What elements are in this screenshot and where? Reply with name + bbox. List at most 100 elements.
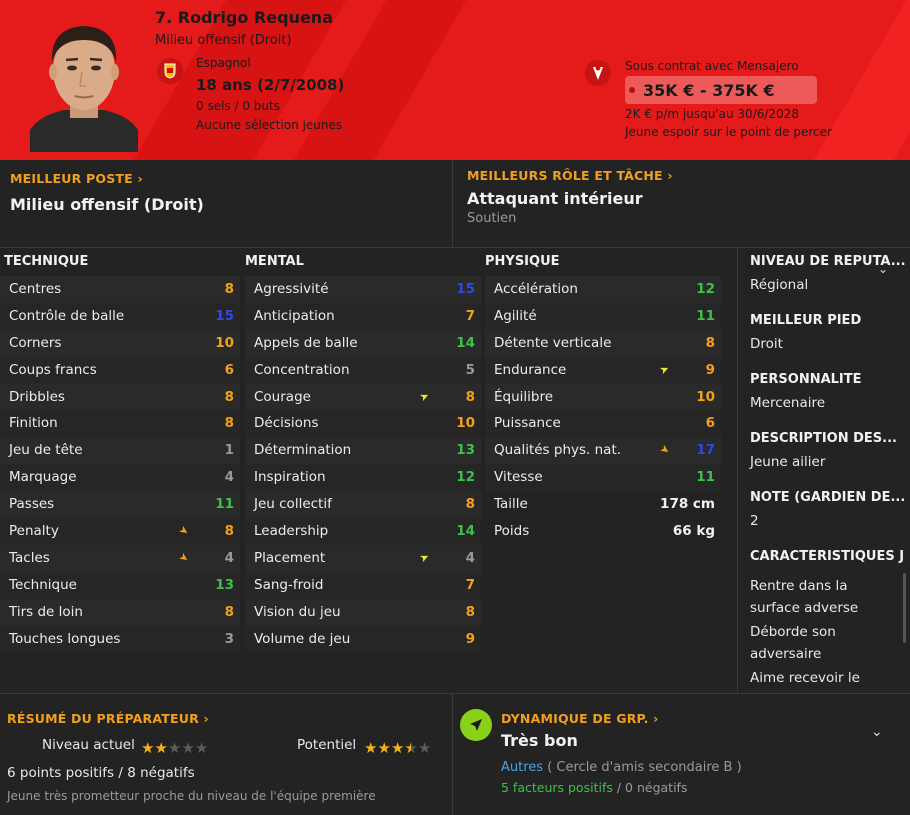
attribute-row[interactable]: Volume de jeu 9: [245, 625, 481, 653]
attribute-row[interactable]: Tirs de loin 8: [0, 598, 240, 626]
attribute-label: Jeu de tête: [9, 442, 83, 459]
attribute-label: Vision du jeu: [254, 603, 341, 620]
description-value: Jeune ailier: [750, 454, 826, 470]
mental-header: MENTAL: [245, 254, 304, 269]
player-weight: Poids 66 kg: [485, 518, 721, 545]
attribute-row[interactable]: Passes 11: [0, 491, 240, 519]
best-role-value: Attaquant intérieur: [467, 189, 643, 208]
attribute-row[interactable]: Vision du jeu 8: [245, 598, 481, 626]
attribute-value: 6: [224, 361, 234, 378]
attribute-label: Coups francs: [9, 361, 97, 378]
attribute-row[interactable]: Appels de balle 14: [245, 329, 481, 357]
social-group-link[interactable]: Autres: [501, 760, 543, 775]
trait-item: Aime recevoir le: [750, 670, 860, 686]
attribute-row[interactable]: Décisions 10: [245, 410, 481, 438]
attribute-row[interactable]: Finition 8: [0, 410, 240, 438]
attribute-row[interactable]: Corners 10: [0, 329, 240, 357]
attribute-row[interactable]: Accélération 12: [485, 276, 721, 303]
player-header: 7. Rodrigo Requena Milieu offensif (Droi…: [0, 0, 910, 160]
player-height-label: Taille: [494, 496, 528, 513]
attribute-value: 11: [696, 469, 715, 486]
attribute-row[interactable]: Vitesse 11: [485, 464, 721, 492]
club-badge-icon[interactable]: [585, 60, 611, 86]
spain-flag-icon[interactable]: [157, 58, 183, 84]
attribute-row[interactable]: Courage ➤ 8: [245, 383, 481, 411]
attribute-row[interactable]: Anticipation 7: [245, 302, 481, 330]
attribute-label: Équilibre: [494, 388, 554, 405]
best-role-link[interactable]: MEILLEURS RÔLE ET TÂCHE ›: [467, 168, 673, 183]
attribute-value: 11: [215, 496, 234, 513]
star-icon: ★: [181, 739, 195, 757]
player-name: 7. Rodrigo Requena: [155, 8, 333, 27]
attribute-row[interactable]: Tacles ➤ 4: [0, 544, 240, 572]
goalkeeper-rating-value: 2: [750, 513, 759, 529]
team-dynamics-panel: DYNAMIQUE DE GRP. › Très bon ⌄ Autres ( …: [454, 693, 910, 815]
coach-report-link[interactable]: RÉSUMÉ DU PRÉPARATEUR ›: [7, 711, 209, 726]
best-foot-title: MEILLEUR PIED: [750, 313, 862, 328]
attribute-row[interactable]: Équilibre 10: [485, 383, 721, 411]
trend-arrow-icon: ➤: [657, 441, 673, 458]
expand-chevron-down-icon[interactable]: ⌄: [871, 724, 883, 740]
attribute-row[interactable]: Contrôle de balle 15: [0, 302, 240, 330]
attribute-row[interactable]: Jeu de tête 1: [0, 437, 240, 465]
description-title: DESCRIPTION DES...: [750, 431, 897, 446]
attribute-value: 4: [224, 549, 234, 566]
attribute-value: 8: [465, 496, 475, 513]
attribute-value: 11: [696, 307, 715, 324]
attribute-row[interactable]: Leadership 14: [245, 518, 481, 545]
attribute-value: 8: [224, 388, 234, 405]
attribute-value: 15: [215, 307, 234, 324]
star-icon: ★: [141, 739, 155, 757]
attribute-row[interactable]: Puissance 6: [485, 410, 721, 438]
attribute-row[interactable]: Jeu collectif 8: [245, 491, 481, 519]
attribute-row[interactable]: Concentration 5: [245, 356, 481, 384]
attribute-value: 7: [465, 576, 475, 593]
attribute-label: Tirs de loin: [9, 603, 83, 620]
attribute-row[interactable]: Centres 8: [0, 276, 240, 303]
attribute-value: 17: [696, 442, 715, 459]
transfer-value[interactable]: 35K € - 375K €: [625, 76, 817, 104]
attribute-row[interactable]: Coups francs 6: [0, 356, 240, 384]
attribute-row[interactable]: Marquage 4: [0, 464, 240, 492]
attribute-row[interactable]: Technique 13: [0, 571, 240, 599]
attribute-label: Corners: [9, 334, 62, 351]
reputation-value: Régional: [750, 277, 809, 293]
youth-caps: Aucune sélection jeunes: [196, 118, 343, 132]
chevron-down-icon[interactable]: ⌄: [878, 262, 888, 276]
attribute-label: Penalty: [9, 523, 59, 540]
attribute-label: Endurance: [494, 361, 567, 378]
attribute-row[interactable]: Inspiration 12: [245, 464, 481, 492]
attribute-value: 9: [465, 630, 475, 647]
attribute-label: Inspiration: [254, 469, 326, 486]
attribute-label: Dribbles: [9, 388, 65, 405]
attribute-row[interactable]: Détente verticale 8: [485, 329, 721, 357]
attribute-value: 12: [696, 281, 715, 297]
player-position: Milieu offensif (Droit): [155, 33, 292, 48]
player-profile: 7. Rodrigo Requena Milieu offensif (Droi…: [0, 0, 910, 815]
trait-item: Déborde son adversaire: [750, 624, 836, 662]
attribute-label: Tacles: [9, 549, 50, 566]
attribute-value: 13: [215, 576, 234, 593]
wage-info: 2K € p/m jusqu'au 30/6/2028: [625, 107, 799, 121]
technique-column: TECHNIQUE Centres 8 Contrôle de balle 15 Cor…: [0, 248, 240, 653]
attribute-row[interactable]: Penalty ➤ 8: [0, 518, 240, 545]
attribute-row[interactable]: Agilité 11: [485, 302, 721, 330]
dynamics-link[interactable]: DYNAMIQUE DE GRP. ›: [501, 711, 659, 726]
technique-header: TECHNIQUE: [4, 254, 89, 269]
attribute-row[interactable]: Endurance ➤ 9: [485, 356, 721, 384]
attribute-row[interactable]: Touches longues 3: [0, 625, 240, 653]
attribute-row[interactable]: Qualités phys. nat. ➤ 17: [485, 437, 721, 465]
attribute-row[interactable]: Dribbles 8: [0, 383, 240, 411]
attribute-row[interactable]: Sang-froid 7: [245, 571, 481, 599]
attribute-row[interactable]: Placement ➤ 4: [245, 544, 481, 572]
attribute-row[interactable]: Agressivité 15: [245, 276, 481, 303]
star-icon: ★: [194, 739, 209, 757]
physique-column: PHYSIQUE Accélération 12 Agilité 11 Détente …: [485, 248, 721, 545]
best-position-link[interactable]: MEILLEUR POSTE ›: [10, 171, 143, 186]
traits-title: CARACTÉRISTIQUES J: [750, 549, 905, 564]
star-icon: ★: [377, 739, 391, 757]
attribute-label: Volume de jeu: [254, 630, 351, 647]
best-position-value: Milieu offensif (Droit): [10, 195, 204, 214]
attribute-row[interactable]: Détermination 13: [245, 437, 481, 465]
traits-scrollbar[interactable]: [903, 573, 906, 643]
